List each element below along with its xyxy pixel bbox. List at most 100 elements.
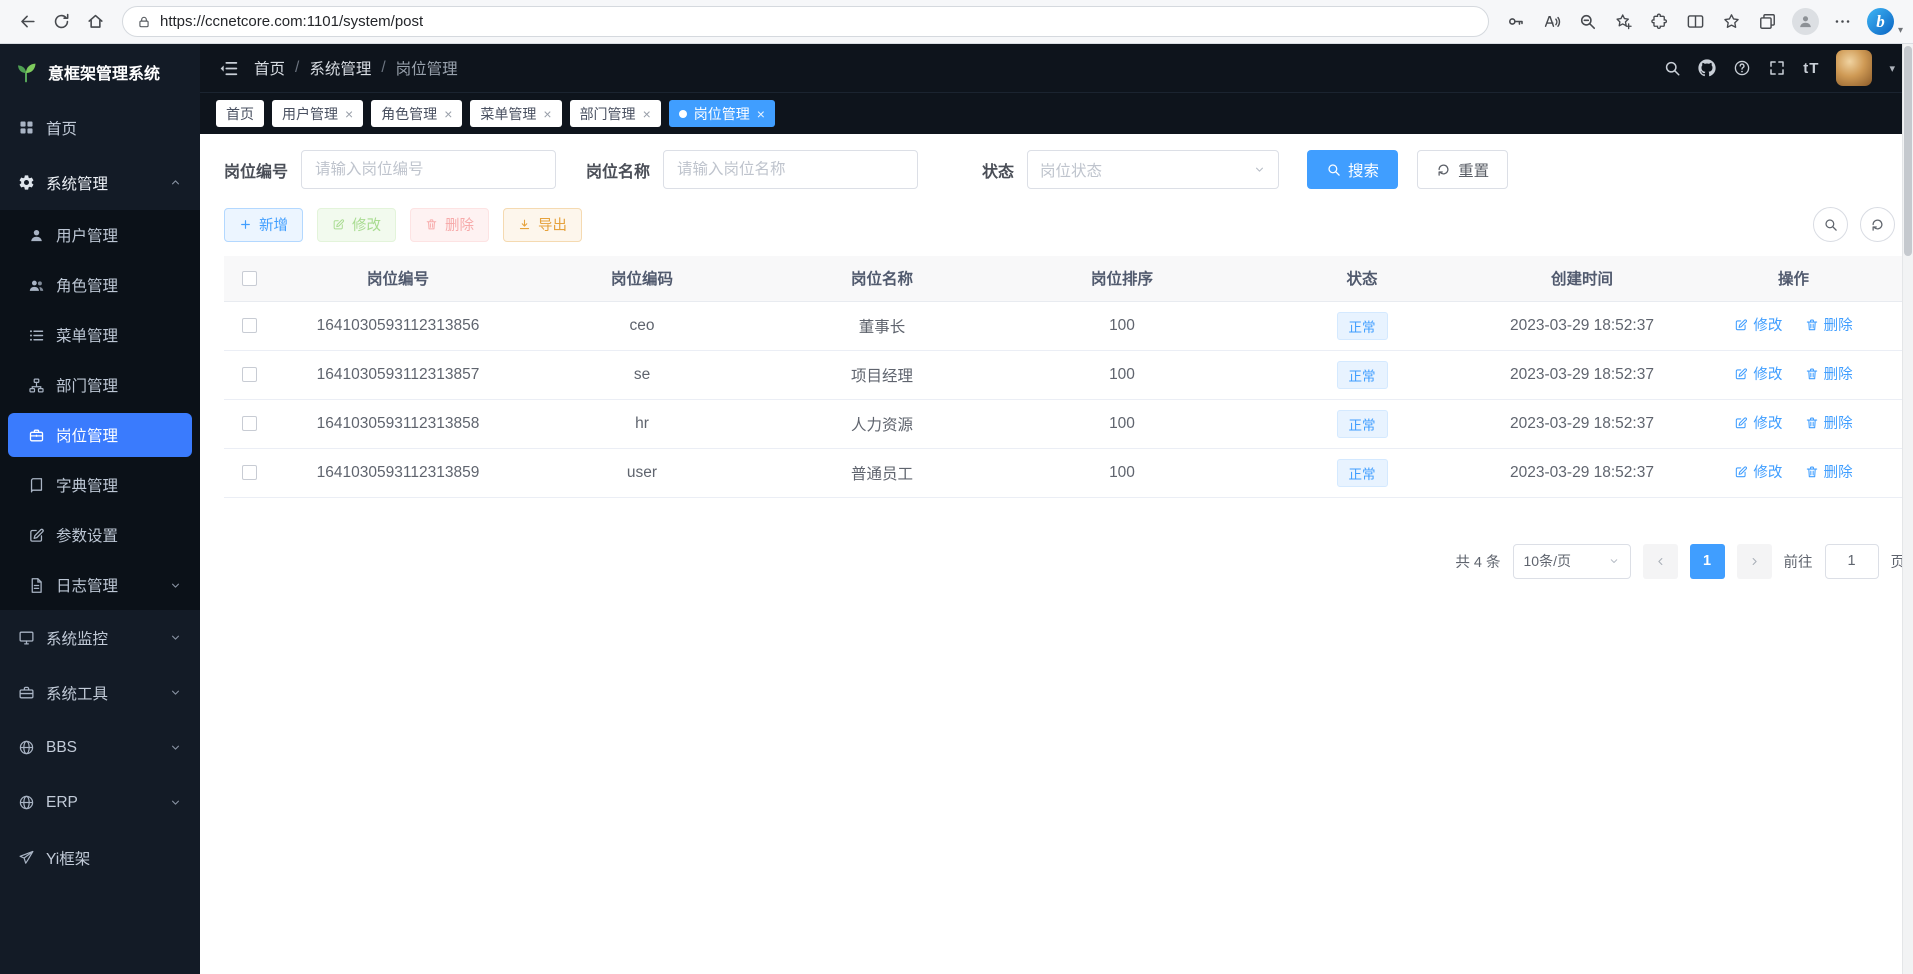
edit-button[interactable]: 修改 bbox=[317, 208, 396, 242]
sidebar-item-post-mgmt[interactable]: 岗位管理 bbox=[8, 413, 192, 457]
sidebar-item-home[interactable]: 首页 bbox=[0, 100, 200, 155]
tab-menu-mgmt[interactable]: 菜单管理 × bbox=[470, 100, 561, 127]
toggle-search-button[interactable] bbox=[1813, 207, 1848, 242]
cell-post-id: 1641030593112313859 bbox=[274, 448, 522, 497]
close-icon[interactable]: × bbox=[543, 107, 551, 121]
password-button[interactable] bbox=[1499, 5, 1533, 39]
user-avatar[interactable] bbox=[1836, 50, 1872, 86]
col-post-code: 岗位编码 bbox=[522, 256, 762, 301]
tab-role-mgmt[interactable]: 角色管理 × bbox=[371, 100, 462, 127]
sidebar-item-erp[interactable]: ERP bbox=[0, 775, 200, 830]
add-button[interactable]: 新增 bbox=[224, 208, 303, 242]
sidebar-item-dept-mgmt[interactable]: 部门管理 bbox=[0, 360, 200, 410]
collections-button[interactable] bbox=[1751, 5, 1785, 39]
row-edit-link[interactable]: 修改 bbox=[1734, 461, 1782, 482]
page-number-1[interactable]: 1 bbox=[1690, 544, 1725, 579]
breadcrumb-item-system[interactable]: 系统管理 bbox=[309, 57, 371, 79]
sidebar-item-dict-mgmt[interactable]: 字典管理 bbox=[0, 460, 200, 510]
goto-page-input[interactable] bbox=[1825, 544, 1879, 579]
breadcrumb-item-home[interactable]: 首页 bbox=[254, 57, 285, 79]
row-delete-link[interactable]: 删除 bbox=[1805, 314, 1853, 335]
reset-button[interactable]: 重置 bbox=[1417, 150, 1508, 189]
post-code-label: 岗位编号 bbox=[224, 158, 288, 182]
sidebar-item-menu-mgmt[interactable]: 菜单管理 bbox=[0, 310, 200, 360]
sidebar-item-log-mgmt[interactable]: 日志管理 bbox=[0, 560, 200, 610]
github-icon[interactable] bbox=[1698, 59, 1716, 77]
sidebar-item-role-mgmt[interactable]: 角色管理 bbox=[0, 260, 200, 310]
toolbox-icon bbox=[18, 684, 35, 701]
extensions-button[interactable] bbox=[1643, 5, 1677, 39]
sidebar: 意框架管理系统 首页 系统管理 用户管理 角色管理 菜单管理 bbox=[0, 44, 200, 974]
cell-post-code: hr bbox=[522, 399, 762, 448]
close-icon[interactable]: × bbox=[643, 107, 651, 121]
export-button-label: 导出 bbox=[538, 214, 567, 235]
add-favorite-button[interactable] bbox=[1607, 5, 1641, 39]
refresh-table-button[interactable] bbox=[1860, 207, 1895, 242]
font-size-icon[interactable]: tT bbox=[1803, 60, 1819, 77]
total-count: 共 4 条 bbox=[1455, 551, 1500, 572]
sidebar-item-system-monitor[interactable]: 系统监控 bbox=[0, 610, 200, 665]
delete-button[interactable]: 删除 bbox=[410, 208, 489, 242]
browser-menu-button[interactable] bbox=[1826, 5, 1860, 39]
chevron-down-icon bbox=[169, 741, 182, 754]
search-button[interactable]: 搜索 bbox=[1307, 150, 1398, 189]
sidebar-item-bbs[interactable]: BBS bbox=[0, 720, 200, 775]
row-edit-link[interactable]: 修改 bbox=[1734, 314, 1782, 335]
tab-user-mgmt[interactable]: 用户管理 × bbox=[272, 100, 363, 127]
more-icon bbox=[1833, 12, 1852, 31]
help-icon[interactable] bbox=[1733, 59, 1751, 77]
close-icon[interactable]: × bbox=[757, 107, 765, 121]
page-size-select[interactable]: 10条/页 bbox=[1513, 544, 1631, 579]
split-screen-button[interactable] bbox=[1679, 5, 1713, 39]
browser-toolbar: https://ccnetcore.com:1101/system/post b… bbox=[0, 0, 1913, 44]
chevron-down-icon bbox=[169, 579, 182, 592]
row-edit-link[interactable]: 修改 bbox=[1734, 412, 1782, 433]
download-icon bbox=[518, 218, 531, 231]
row-delete-link[interactable]: 删除 bbox=[1805, 412, 1853, 433]
paper-plane-icon bbox=[18, 849, 35, 866]
post-name-input[interactable] bbox=[663, 150, 918, 189]
sidebar-item-yi-framework[interactable]: Yi框架 bbox=[0, 830, 200, 885]
export-button[interactable]: 导出 bbox=[503, 208, 582, 242]
row-delete-link[interactable]: 删除 bbox=[1805, 461, 1853, 482]
row-edit-link[interactable]: 修改 bbox=[1734, 363, 1782, 384]
row-checkbox[interactable] bbox=[242, 416, 257, 431]
browser-home-button[interactable] bbox=[78, 5, 112, 39]
back-button[interactable] bbox=[10, 5, 44, 39]
fullscreen-icon[interactable] bbox=[1768, 59, 1786, 77]
close-icon[interactable]: × bbox=[345, 107, 353, 121]
next-page-button[interactable] bbox=[1737, 544, 1772, 579]
scrollbar-thumb[interactable] bbox=[1904, 46, 1912, 256]
avatar-caret-icon[interactable]: ▾ bbox=[1889, 62, 1895, 75]
read-aloud-button[interactable] bbox=[1535, 5, 1569, 39]
post-code-input[interactable] bbox=[301, 150, 556, 189]
page-scrollbar[interactable] bbox=[1902, 44, 1913, 974]
row-checkbox[interactable] bbox=[242, 318, 257, 333]
sidebar-item-user-mgmt[interactable]: 用户管理 bbox=[0, 210, 200, 260]
refresh-icon bbox=[1870, 217, 1885, 232]
browser-profile-avatar[interactable] bbox=[1792, 8, 1819, 35]
sidebar-item-system-tools[interactable]: 系统工具 bbox=[0, 665, 200, 720]
prev-page-button[interactable] bbox=[1643, 544, 1678, 579]
favorites-button[interactable] bbox=[1715, 5, 1749, 39]
sidebar-item-param-settings[interactable]: 参数设置 bbox=[0, 510, 200, 560]
chevron-down-icon bbox=[1608, 555, 1620, 567]
row-checkbox[interactable] bbox=[242, 367, 257, 382]
bing-icon[interactable]: b bbox=[1867, 8, 1894, 35]
row-delete-link[interactable]: 删除 bbox=[1805, 363, 1853, 384]
search-icon[interactable] bbox=[1663, 59, 1681, 77]
refresh-button[interactable] bbox=[44, 5, 78, 39]
zoom-button[interactable] bbox=[1571, 5, 1605, 39]
address-bar[interactable]: https://ccnetcore.com:1101/system/post bbox=[122, 6, 1489, 37]
select-all-checkbox[interactable] bbox=[242, 271, 257, 286]
close-icon[interactable]: × bbox=[444, 107, 452, 121]
sidebar-expand-caret-icon[interactable]: ▾ bbox=[1898, 25, 1903, 36]
tab-dept-mgmt[interactable]: 部门管理 × bbox=[570, 100, 661, 127]
status-select[interactable]: 岗位状态 bbox=[1027, 150, 1279, 189]
url-text[interactable]: https://ccnetcore.com:1101/system/post bbox=[160, 13, 423, 30]
row-checkbox[interactable] bbox=[242, 465, 257, 480]
sidebar-item-system-mgmt[interactable]: 系统管理 bbox=[0, 155, 200, 210]
tab-home[interactable]: 首页 bbox=[216, 100, 264, 127]
collapse-sidebar-icon[interactable] bbox=[218, 58, 239, 79]
tab-post-mgmt[interactable]: 岗位管理 × bbox=[669, 100, 775, 127]
